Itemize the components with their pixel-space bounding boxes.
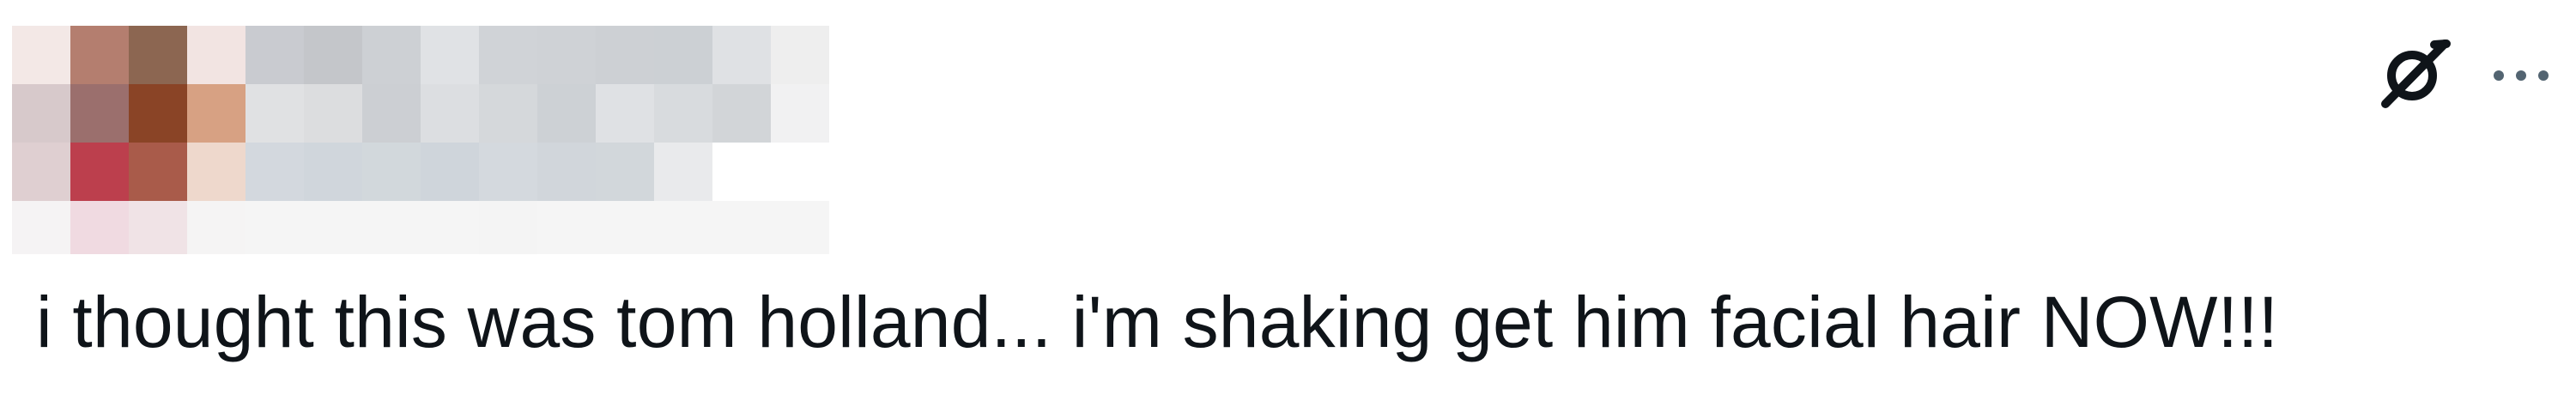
redaction-pixel: [70, 201, 129, 254]
redaction-pixel: [479, 26, 537, 84]
redaction-pixel: [304, 26, 362, 84]
dot: [2494, 70, 2504, 81]
redaction-pixel: [654, 201, 712, 254]
grok-button[interactable]: [2367, 29, 2461, 124]
redaction-pixel: [537, 201, 596, 254]
redaction-pixel: [70, 143, 129, 201]
redaction-pixel: [304, 84, 362, 143]
dot: [2538, 70, 2549, 81]
redaction-pixel: [187, 84, 245, 143]
redaction-pixel: [421, 143, 479, 201]
redaction-pixel: [362, 26, 421, 84]
redaction-pixel: [129, 26, 187, 84]
redaction-pixel: [421, 26, 479, 84]
tweet-actions: [2336, 29, 2576, 124]
more-horizontal-icon: [2494, 70, 2549, 81]
redaction-pixel: [421, 84, 479, 143]
redaction-pixel: [654, 26, 712, 84]
redaction-pixel: [537, 143, 596, 201]
redaction-pixel: [304, 201, 362, 254]
redaction-pixel: [712, 26, 771, 84]
redaction-pixel: [187, 201, 245, 254]
redaction-pixel: [712, 143, 771, 201]
redaction-pixel: [421, 201, 479, 254]
redaction-pixel: [596, 143, 654, 201]
redaction-pixel: [12, 143, 70, 201]
redaction-pixel: [70, 84, 129, 143]
redaction-pixel: [479, 84, 537, 143]
redaction-pixel: [771, 26, 829, 84]
redacted-user-info: [12, 26, 853, 254]
redaction-row: [12, 26, 853, 84]
redaction-pixel: [771, 201, 829, 254]
redaction-pixel: [129, 201, 187, 254]
more-button[interactable]: [2482, 50, 2561, 101]
redaction-pixel: [12, 201, 70, 254]
redaction-pixel: [596, 26, 654, 84]
redaction-pixel: [479, 201, 537, 254]
dot: [2516, 70, 2526, 81]
redaction-pixel: [245, 201, 304, 254]
redaction-pixel: [537, 26, 596, 84]
redaction-pixel: [245, 84, 304, 143]
redaction-row: [12, 143, 853, 201]
redaction-pixel: [596, 201, 654, 254]
redaction-pixel: [12, 26, 70, 84]
redaction-pixel: [245, 143, 304, 201]
redaction-pixel: [712, 201, 771, 254]
redaction-pixel: [70, 26, 129, 84]
redaction-pixel: [771, 84, 829, 143]
redaction-row: [12, 84, 853, 143]
redaction-pixel: [187, 26, 245, 84]
redaction-pixel: [771, 143, 829, 201]
redaction-pixel: [304, 143, 362, 201]
redaction-pixel: [129, 143, 187, 201]
tweet-text: i thought this was tom holland... i'm sh…: [36, 282, 2279, 362]
redaction-pixel: [362, 143, 421, 201]
redaction-row: [12, 201, 853, 254]
redaction-pixel: [362, 84, 421, 143]
redaction-pixel: [187, 143, 245, 201]
redaction-pixel: [362, 201, 421, 254]
redaction-pixel: [596, 84, 654, 143]
redaction-pixel: [537, 84, 596, 143]
redaction-pixel: [654, 143, 712, 201]
redaction-pixel: [654, 84, 712, 143]
redaction-pixel: [712, 84, 771, 143]
redaction-pixel: [12, 84, 70, 143]
grok-icon: [2373, 33, 2455, 120]
redaction-pixel: [245, 26, 304, 84]
redaction-pixel: [129, 84, 187, 143]
redaction-pixel: [479, 143, 537, 201]
